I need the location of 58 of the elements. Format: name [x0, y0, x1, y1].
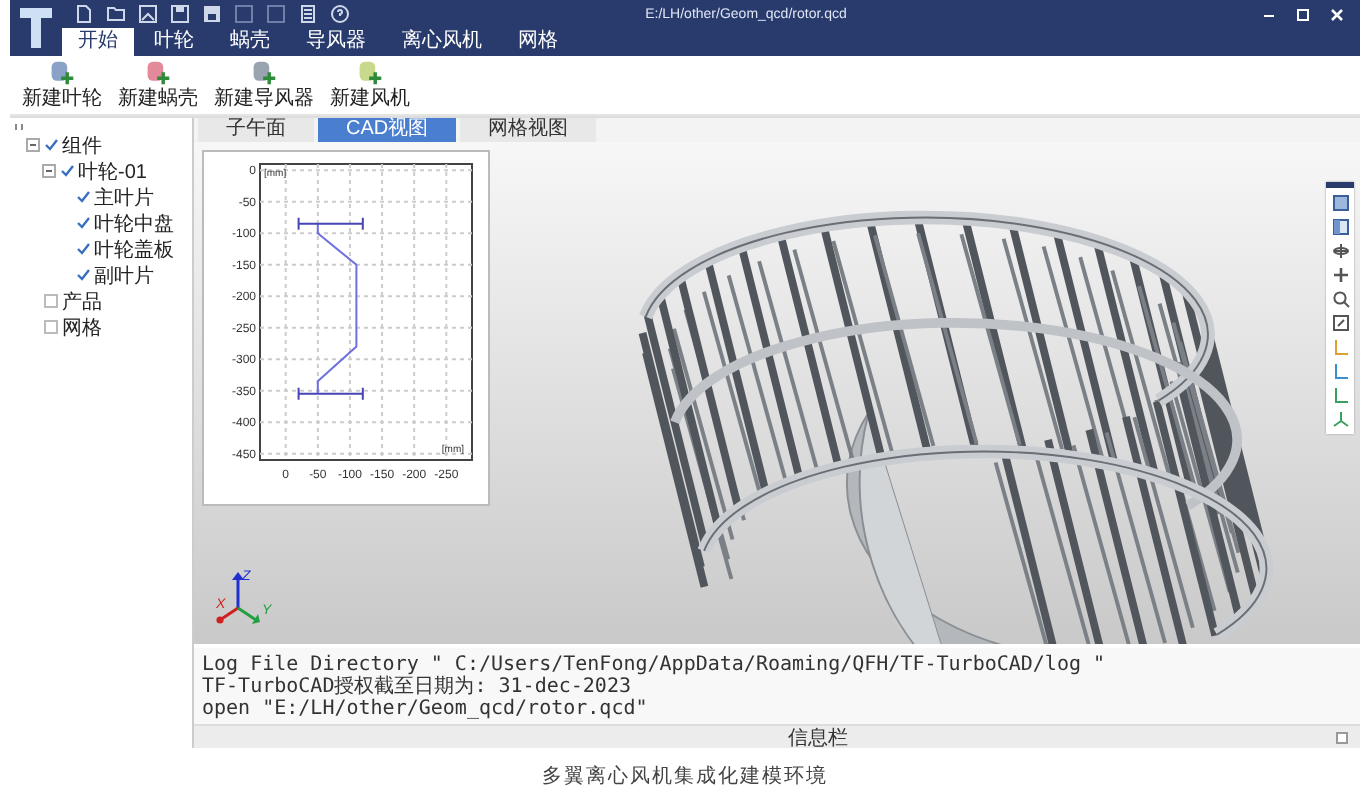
- ribbon-tab[interactable]: 导风器: [290, 28, 382, 56]
- toolbar-button[interactable]: 新建导风器: [210, 60, 318, 110]
- checkmark-icon[interactable]: [76, 190, 90, 204]
- add-part-icon: [248, 60, 280, 86]
- view-tab[interactable]: 网格视图: [460, 118, 597, 142]
- checkmark-icon[interactable]: [44, 138, 58, 152]
- toolbar-button[interactable]: 新建风机: [326, 60, 414, 110]
- zoom-icon[interactable]: [1331, 290, 1349, 308]
- tree-item[interactable]: 叶轮-01: [78, 157, 147, 185]
- checkbox-icon[interactable]: [44, 320, 58, 334]
- fit-view-icon[interactable]: [1331, 314, 1349, 332]
- new-file-icon[interactable]: [74, 4, 94, 24]
- checkmark-icon[interactable]: [76, 268, 90, 282]
- save-icon[interactable]: [170, 4, 190, 24]
- view-cube-icon[interactable]: [1331, 218, 1349, 236]
- document-icon[interactable]: [298, 4, 318, 24]
- view-cube-icon[interactable]: [1331, 194, 1349, 212]
- add-part-icon: [46, 60, 78, 86]
- toolbar-button[interactable]: 新建叶轮: [18, 60, 106, 110]
- tree-item[interactable]: 叶轮盖板: [94, 235, 174, 263]
- checkmark-icon[interactable]: [76, 242, 90, 256]
- ribbon-tab[interactable]: 离心风机: [386, 28, 498, 56]
- add-part-icon: [354, 60, 386, 86]
- view-tab[interactable]: 子午面: [198, 118, 314, 142]
- image-icon[interactable]: [138, 4, 158, 24]
- save-as-icon[interactable]: [202, 4, 222, 24]
- add-part-icon: [142, 60, 174, 86]
- checkmark-icon[interactable]: [60, 164, 74, 178]
- ribbon-tab[interactable]: 蜗壳: [214, 28, 286, 56]
- ribbon-tab[interactable]: 叶轮: [138, 28, 210, 56]
- pan-icon[interactable]: [1331, 266, 1349, 284]
- tree-item[interactable]: 网格: [62, 313, 102, 341]
- logo-icon: [18, 4, 54, 52]
- toolbar-button[interactable]: 新建蜗壳: [114, 60, 202, 110]
- tree-item[interactable]: 主叶片: [94, 183, 154, 211]
- log-line: open "E:/LH/other/Geom_qcd/rotor.qcd": [202, 698, 650, 720]
- tree-item[interactable]: 产品: [62, 287, 102, 315]
- ribbon-tab[interactable]: 网格: [502, 28, 574, 56]
- tree-item[interactable]: 副叶片: [94, 261, 154, 289]
- axis-triad-drawing: [216, 572, 260, 624]
- folder-icon[interactable]: [106, 4, 126, 24]
- maximize-icon[interactable]: [1296, 7, 1310, 21]
- expand-toggle-icon[interactable]: [42, 164, 56, 178]
- log-line: TF-TurboCAD授权截至日期为: 31-dec-2023: [202, 676, 633, 698]
- axes-icon[interactable]: [1331, 410, 1349, 428]
- checkbox-icon[interactable]: [44, 294, 58, 308]
- close-icon[interactable]: [1330, 7, 1344, 21]
- checkmark-icon[interactable]: [76, 216, 90, 230]
- ribbon-tab[interactable]: 开始: [62, 28, 134, 56]
- expand-toggle-icon[interactable]: [26, 138, 40, 152]
- help-icon[interactable]: [330, 4, 350, 24]
- tree-item[interactable]: 组件: [62, 131, 102, 159]
- view-tab[interactable]: CAD视图: [318, 118, 457, 142]
- status-text: 信息栏: [788, 725, 848, 751]
- rotate-icon[interactable]: [1331, 242, 1349, 260]
- log-line: Log File Directory " C:/Users/TenFong/AppData/Roaming/QFH/TF-TurboCAD/log ": [202, 654, 1108, 676]
- tree-item[interactable]: 叶轮中盘: [94, 209, 174, 237]
- figure-caption: 多翼离心风机集成化建模环境: [542, 766, 828, 788]
